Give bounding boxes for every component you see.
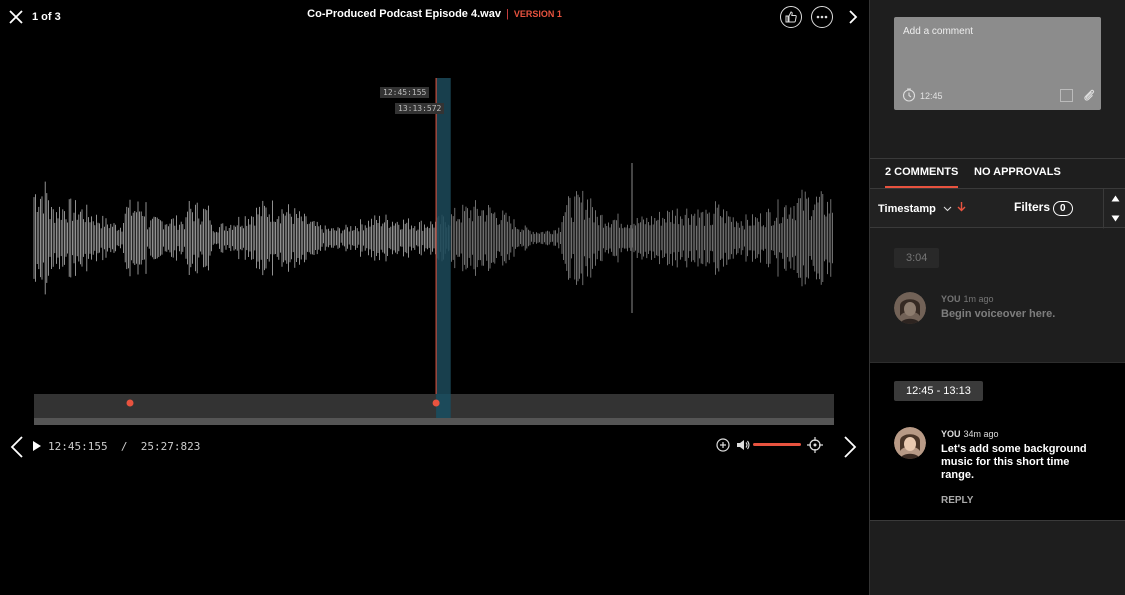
chevron-left-icon[interactable] [9,435,25,459]
comment-marker [432,399,440,407]
comment-age: 1m ago [963,294,994,304]
checkbox-icon[interactable] [1060,89,1073,102]
waveform-canvas[interactable] [0,0,869,595]
current-time: 12:45:155 [48,440,108,453]
comment-marker [126,399,134,407]
title-bar: Co-Produced Podcast Episode 4.wav | VERSIO… [0,8,869,20]
triangle-up-icon[interactable] [1111,195,1120,202]
file-title: Co-Produced Podcast Episode 4.wav [307,8,501,20]
waveform-bars [33,163,833,313]
time-separator: / [120,440,128,453]
progress-track [34,418,834,425]
comment-age: 34m ago [963,429,999,439]
play-icon[interactable] [32,440,42,452]
volume-slider[interactable] [753,443,801,446]
author-name: YOU [941,429,961,439]
more-button[interactable] [811,6,833,28]
author-name: YOU [941,294,961,304]
filters-label: Filters [1014,200,1051,214]
duration: 25:27:823 [140,440,201,453]
more-icon [816,15,828,19]
comment-time-chip[interactable]: 3:04 [894,248,940,268]
filters-count: 0 [1053,201,1073,216]
crosshair-icon[interactable] [807,437,823,453]
avatar [894,292,926,324]
sort-label: Timestamp [878,203,936,215]
chevron-down-icon [943,206,952,212]
approve-button[interactable] [780,6,802,28]
zoom-in-icon[interactable] [715,437,731,453]
filters-button[interactable]: Filters 0 [1014,200,1073,216]
reply-button[interactable]: REPLY [941,495,973,506]
timeline-selection [436,394,451,418]
chevron-right-icon[interactable] [846,9,860,25]
sort-bar: Timestamp Filters 0 [870,188,1125,229]
chevron-right-icon[interactable] [842,435,858,459]
volume-icon[interactable] [735,437,751,453]
scroll-arrows [1103,189,1125,229]
player-area: 12:45:155 13:13:572 1 of 3 Co-Produced P… [0,0,869,595]
comment-timestamp: 12:45 [920,91,943,101]
comment-card[interactable]: 12:45 - 13:13 YOU 34m ago Let's add some … [870,363,1125,521]
version-badge[interactable]: VERSION 1 [514,9,562,19]
tabs-divider [870,158,1125,159]
comment-placeholder: Add a comment [903,26,974,37]
title-separator: | [505,8,509,20]
tab-comments[interactable]: 2 COMMENTS [885,166,958,178]
comment-text: Let's add some background music for this… [941,443,1087,481]
selection-start-tag: 12:45:155 [380,87,430,98]
comment-author: YOU 34m ago [941,429,999,439]
tab-approvals[interactable]: NO APPROVALS [974,166,1061,178]
comment-author: YOU 1m ago [941,294,994,304]
comment-time-chip[interactable]: 12:45 - 13:13 [894,381,983,401]
clock-icon[interactable] [902,88,916,102]
triangle-down-icon[interactable] [1111,215,1120,222]
thumbs-up-icon [785,11,797,23]
comment-input[interactable]: Add a comment 12:45 [894,17,1101,110]
comment-text: Begin voiceover here. [941,308,1056,320]
comments-panel: Add a comment 12:45 2 COMMENTS NO APPROV… [869,0,1125,595]
avatar [894,427,926,459]
comment-card[interactable]: 3:04 YOU 1m ago Begin voiceover here. [870,228,1125,363]
sort-dropdown[interactable]: Timestamp [878,201,966,215]
timecode: 12:45:155 / 25:27:823 [48,440,200,453]
timeline-track [34,394,834,418]
paperclip-icon[interactable] [1082,88,1096,102]
selection-end-tag: 13:13:572 [395,103,445,114]
arrow-down-icon[interactable] [957,201,966,212]
selection-range [436,78,451,418]
